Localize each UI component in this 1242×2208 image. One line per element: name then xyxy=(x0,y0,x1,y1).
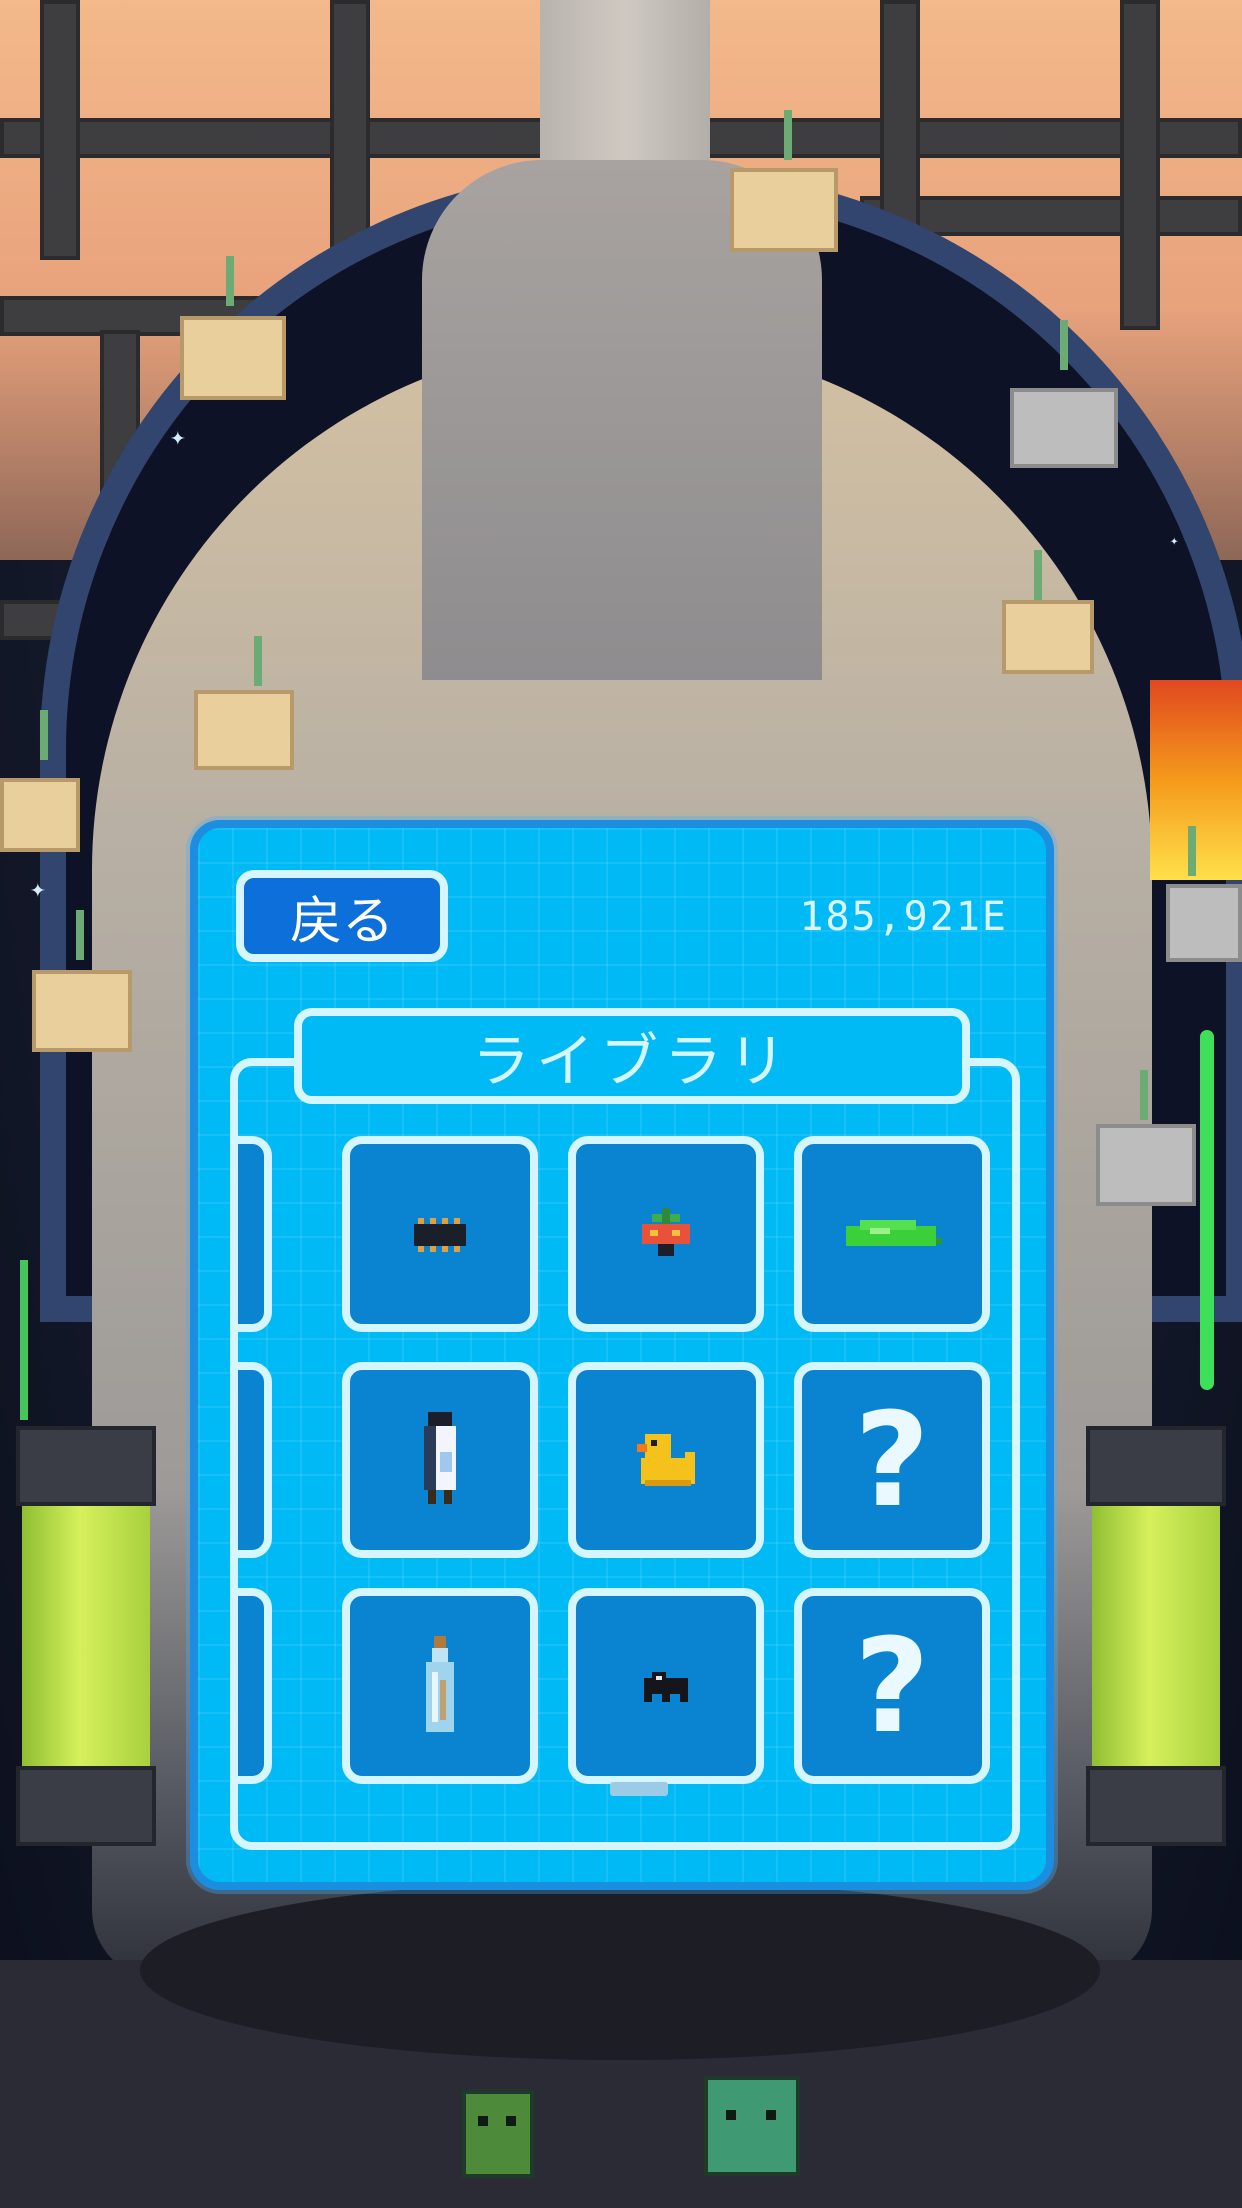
hanging-pot xyxy=(1002,600,1094,674)
library-slot-locked[interactable]: ? xyxy=(794,1362,990,1558)
tank-cap xyxy=(1086,1766,1226,1846)
sprout xyxy=(226,256,234,306)
creature-body xyxy=(462,2090,534,2178)
sprout xyxy=(76,910,84,960)
hanging-pot xyxy=(180,316,286,400)
sprout xyxy=(1060,320,1068,370)
library-slot-partial[interactable] xyxy=(238,1136,272,1332)
library-slot[interactable] xyxy=(342,1588,538,1784)
library-title: ライブラリ xyxy=(294,1008,970,1104)
star-icon: ✦ xyxy=(1170,533,1179,549)
rubber-duck-icon xyxy=(637,1434,695,1486)
floor-shadow xyxy=(140,1880,1100,2060)
game-scene: ✦ ✦ ✦ 戻る 185,921E ライブラリ ? ? xyxy=(0,0,1242,2208)
green-slime-icon xyxy=(846,1220,942,1246)
creature-eye xyxy=(766,2110,776,2120)
chip-icon xyxy=(414,1218,466,1252)
creature-eye xyxy=(478,2116,488,2126)
unknown-item-icon: ? xyxy=(854,1384,930,1536)
sprout xyxy=(784,110,792,160)
tank-glass xyxy=(22,1506,150,1766)
library-slot-locked[interactable]: ? xyxy=(794,1588,990,1784)
library-slot[interactable] xyxy=(568,1362,764,1558)
tank-cap xyxy=(1086,1426,1226,1506)
black-bug-icon xyxy=(644,1672,688,1702)
hanging-pot xyxy=(1096,1124,1196,1206)
sprout xyxy=(1034,550,1042,600)
sprout xyxy=(254,636,262,686)
library-slot[interactable] xyxy=(342,1362,538,1558)
glowing-vine xyxy=(1200,1030,1214,1390)
bottle-icon xyxy=(426,1636,454,1732)
tank-cap xyxy=(16,1766,156,1846)
star-icon: ✦ xyxy=(170,422,186,452)
hanging-pot xyxy=(730,168,838,252)
milk-carton-icon xyxy=(424,1412,456,1504)
library-slot[interactable] xyxy=(568,1136,764,1332)
library-slot[interactable] xyxy=(342,1136,538,1332)
potted-plant-icon xyxy=(642,1208,690,1256)
unknown-item-icon: ? xyxy=(854,1610,930,1762)
sprout xyxy=(20,1260,28,1420)
library-scroll-area[interactable]: ? ? xyxy=(230,1058,1020,1850)
hanging-pot xyxy=(0,778,80,852)
pipe xyxy=(1120,0,1160,330)
library-slot[interactable] xyxy=(794,1136,990,1332)
pipe xyxy=(40,0,80,260)
creature-eye xyxy=(506,2116,516,2126)
scroll-indicator[interactable] xyxy=(610,1782,668,1796)
currency-counter: 185,921E xyxy=(799,894,1008,940)
tank-glass xyxy=(1092,1506,1220,1766)
sprout xyxy=(1140,1070,1148,1120)
back-button[interactable]: 戻る xyxy=(236,870,448,962)
culture-tank-left xyxy=(16,1426,156,1846)
pipe xyxy=(880,0,920,240)
teal-creature-icon[interactable] xyxy=(704,2054,800,2178)
tank-cap xyxy=(16,1426,156,1506)
hanging-pot xyxy=(194,690,294,770)
library-slot-partial[interactable] xyxy=(238,1362,272,1558)
hanging-pot xyxy=(32,970,132,1052)
culture-tank-right xyxy=(1086,1426,1226,1846)
sprout xyxy=(40,710,48,760)
green-creature-icon[interactable] xyxy=(462,2068,534,2178)
creature-body xyxy=(704,2076,800,2176)
star-icon: ✦ xyxy=(30,874,46,904)
hanging-pot xyxy=(1166,884,1242,962)
sprout xyxy=(1188,826,1196,876)
creature-eye xyxy=(726,2110,736,2120)
library-slot-partial[interactable] xyxy=(238,1588,272,1784)
library-panel: 戻る 185,921E ライブラリ ? ? xyxy=(190,820,1054,1890)
library-slot[interactable] xyxy=(568,1588,764,1784)
fire-effect xyxy=(1150,680,1242,880)
hanging-pot xyxy=(1010,388,1118,468)
